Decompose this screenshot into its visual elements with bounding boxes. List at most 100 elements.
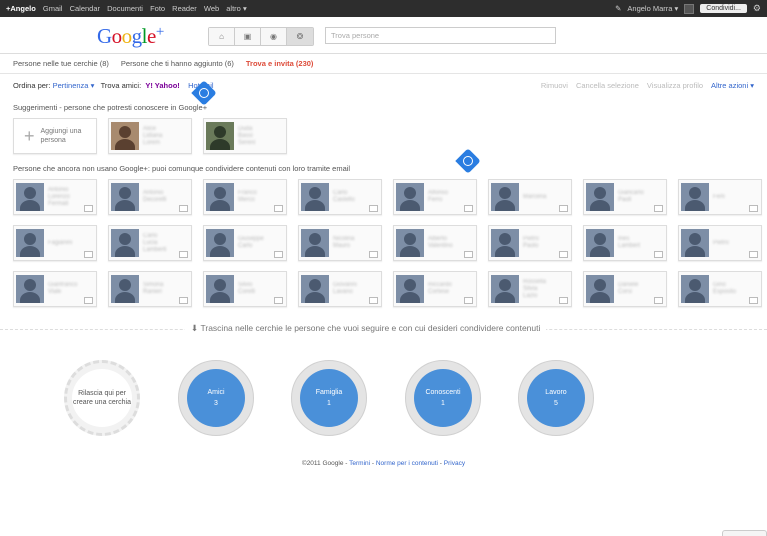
circle-name: Lavoro [545, 389, 567, 396]
email-icon [274, 205, 283, 212]
nav-reader[interactable]: Reader [172, 4, 197, 13]
person-name: Ines Lambert [618, 236, 641, 249]
create-circle-dropzone[interactable]: Rilascia qui per creare una cerchia [64, 360, 140, 436]
photos-icon[interactable]: ▣ [235, 28, 261, 45]
contact-card[interactable]: Gianfranco Viale [13, 271, 97, 307]
nav-documents[interactable]: Documenti [107, 4, 143, 13]
contact-card[interactable]: Franco Merco [203, 179, 287, 215]
person-name: Marcena [523, 193, 547, 200]
person-name: Alice Lidiana Lorem [143, 125, 163, 146]
privacy-link[interactable]: Privacy [444, 460, 465, 467]
add-person-button[interactable]: + Aggiungi una persona [13, 118, 97, 154]
contact-card[interactable]: Daniele Corsi [583, 271, 667, 307]
contact-card[interactable]: Marcena [488, 179, 572, 215]
contact-card[interactable]: Ferli [678, 179, 762, 215]
contact-card[interactable]: Carlo Castello [298, 179, 382, 215]
avatar [396, 229, 424, 257]
nav-gmail[interactable]: Gmail [43, 4, 63, 13]
more-actions-dropdown[interactable]: Altre azioni ▾ [711, 81, 754, 90]
clear-selection-action[interactable]: Cancella selezione [576, 81, 639, 90]
contact-card[interactable]: Carlo Lucia Lamberti [108, 225, 192, 261]
circles-icon[interactable]: ❂ [287, 28, 313, 45]
avatar [16, 183, 44, 211]
email-people-label: Persone che ancora non usano Google+: pu… [13, 164, 351, 173]
nav-profile[interactable]: +Angelo [6, 4, 36, 13]
circle-count: 3 [214, 400, 218, 407]
person-name: Giuseppe Carlo [238, 236, 264, 249]
email-icon [84, 205, 93, 212]
circle-lavoro[interactable]: Lavoro 5 [518, 360, 594, 436]
pencil-icon[interactable]: ✎ [615, 4, 621, 13]
gear-icon[interactable]: ⚙ [753, 3, 761, 14]
contact-card[interactable]: Riccardo Cortese [393, 271, 477, 307]
tab-find-invite[interactable]: Trova e invita (230) [246, 59, 314, 68]
share-button[interactable]: Condividi... [700, 4, 747, 13]
contact-card[interactable]: Pietro Paolo [488, 225, 572, 261]
nav-photos[interactable]: Foto [150, 4, 165, 13]
circle-famiglia[interactable]: Famiglia 1 [291, 360, 367, 436]
person-name: Fagianini [48, 239, 73, 246]
contact-card[interactable]: Alberto Valentino [393, 225, 477, 261]
email-icon [84, 251, 93, 258]
contact-card[interactable]: Rossella Silvia Lazio [488, 271, 572, 307]
user-menu[interactable]: Angelo Marra ▾ [627, 4, 678, 13]
person-name: Alberto Valentino [428, 236, 453, 249]
search-input[interactable]: Trova persone [325, 27, 556, 44]
contact-card[interactable]: Nicolina Mauro [298, 225, 382, 261]
avatar [301, 229, 329, 257]
header: Google+ ⌂ ▣ ◉ ❂ Trova persone [0, 17, 767, 54]
tab-added-you[interactable]: Persone che ti hanno aggiunto (6) [121, 59, 234, 68]
circle-amici[interactable]: Amici 3 [178, 360, 254, 436]
email-icon [654, 205, 663, 212]
contact-card[interactable]: Giovanni Lavano [298, 271, 382, 307]
circle-name: Amici [207, 389, 225, 396]
email-icon [654, 251, 663, 258]
contact-card[interactable]: Giancarlo Paoli [583, 179, 667, 215]
content-policy-link[interactable]: Norme per i contenuti [376, 460, 438, 467]
contact-card[interactable]: Gino Esposito [678, 271, 762, 307]
person-name: Antonio Decorelli [143, 190, 167, 203]
suggestion-card[interactable]: Duda Bassi Sereni [203, 118, 287, 154]
nav-more[interactable]: altro ▾ [226, 4, 246, 13]
avatar [681, 183, 709, 211]
find-friends-label: Trova amici: [100, 80, 142, 90]
avatar [491, 275, 519, 303]
tab-in-circles[interactable]: Persone nelle tue cerchie (8) [13, 59, 109, 68]
contact-card[interactable]: Antonio Decorelli [108, 179, 192, 215]
avatar [16, 275, 44, 303]
view-profile-action[interactable]: Visualizza profilo [647, 81, 703, 90]
circle-cursor-icon [455, 148, 481, 174]
contact-card[interactable]: Alfonso Ferro [393, 179, 477, 215]
contact-card[interactable]: Ines Lambert [583, 225, 667, 261]
yahoo-link[interactable]: Y! Yahoo! [145, 81, 179, 90]
chat-tab[interactable] [722, 530, 767, 536]
contact-card[interactable]: Pietro [678, 225, 762, 261]
avatar [396, 275, 424, 303]
remove-action[interactable]: Rimuovi [541, 81, 568, 90]
nav-web[interactable]: Web [204, 4, 219, 13]
toolbar: Ordina per: Pertinenza ▾ Trova amici: Y!… [0, 74, 767, 96]
circle-conoscenti[interactable]: Conoscenti 1 [405, 360, 481, 436]
contact-card[interactable]: Giuseppe Carlo [203, 225, 287, 261]
contact-card[interactable]: Simona Ranieri [108, 271, 192, 307]
email-icon [179, 205, 188, 212]
terms-link[interactable]: Termini [349, 460, 370, 467]
avatar [206, 122, 234, 150]
avatar [491, 183, 519, 211]
person-name: Rossella Silvia Lazio [523, 278, 547, 299]
plus-icon: + [24, 125, 35, 146]
sort-dropdown[interactable]: Pertinenza ▾ [53, 81, 95, 90]
circle-count: 1 [327, 400, 331, 407]
home-icon[interactable]: ⌂ [209, 28, 235, 45]
contact-card[interactable]: Silvio Corelli [203, 271, 287, 307]
suggestion-card[interactable]: Alice Lidiana Lorem [108, 118, 192, 154]
person-name: Gianfranco Viale [48, 282, 78, 295]
notification-icon[interactable] [684, 3, 695, 14]
contact-card[interactable]: Fagianini [13, 225, 97, 261]
google-plus-logo[interactable]: Google+ [97, 24, 164, 49]
profile-icon[interactable]: ◉ [261, 28, 287, 45]
contact-card[interactable]: Antonio Lorenzo Fermati [13, 179, 97, 215]
person-name: Gino Esposito [713, 282, 737, 295]
nav-calendar[interactable]: Calendar [70, 4, 100, 13]
avatar [16, 229, 44, 257]
